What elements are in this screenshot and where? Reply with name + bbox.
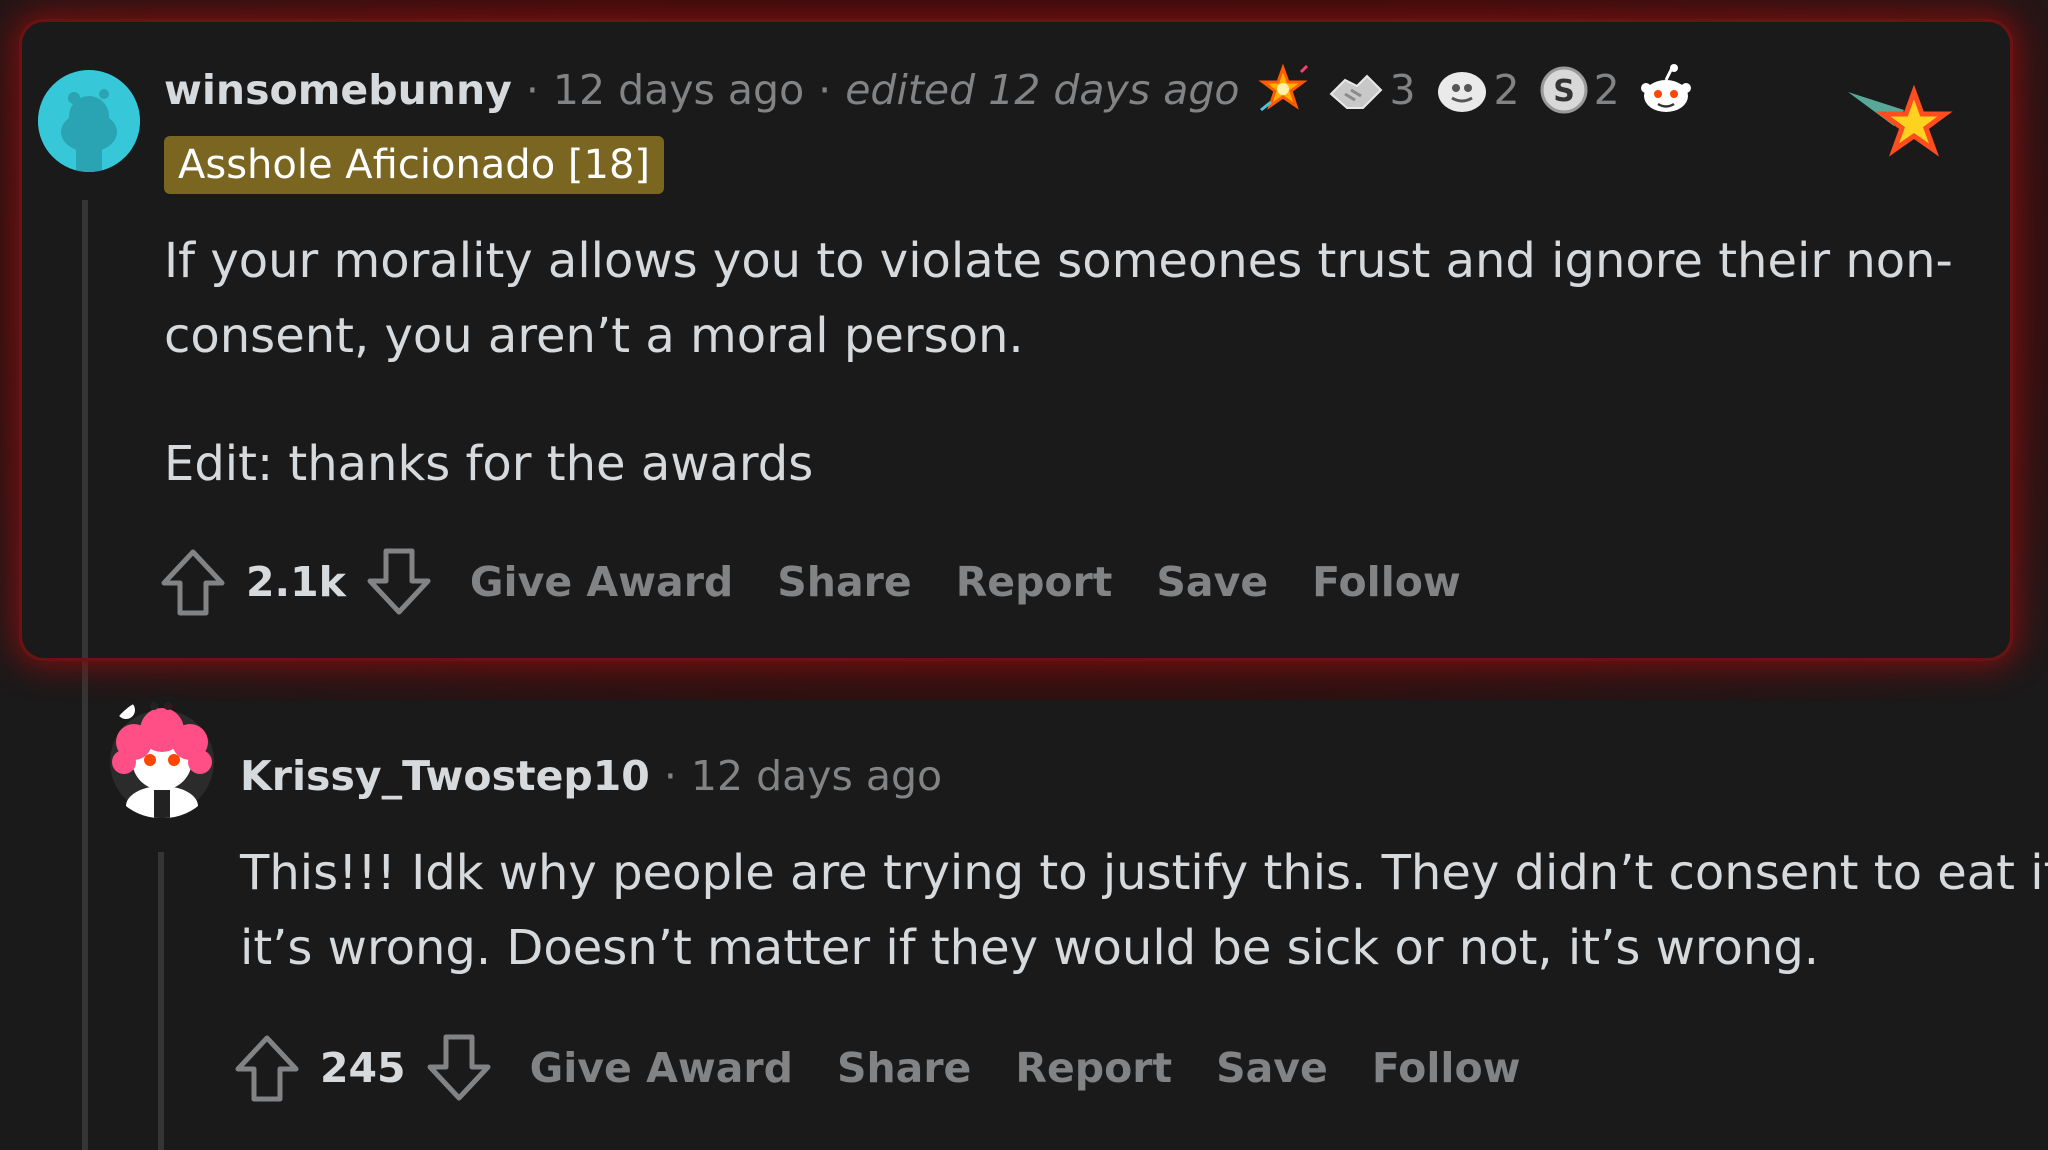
vote-score: 2.1k xyxy=(246,558,346,606)
reply-actions: 245 Give Award Share Report Save Follow xyxy=(234,1028,1521,1108)
avatar[interactable] xyxy=(104,696,220,818)
save-button[interactable]: Save xyxy=(1156,558,1268,606)
give-award-button[interactable]: Give Award xyxy=(530,1044,793,1092)
comment-body-line: Edit: thanks for the awards xyxy=(164,436,814,492)
report-button[interactable]: Report xyxy=(956,558,1113,606)
face-award-icon[interactable]: 2 xyxy=(1434,64,1520,116)
report-button[interactable]: Report xyxy=(1015,1044,1172,1092)
snoo-award-icon[interactable] xyxy=(1638,62,1694,118)
give-award-button[interactable]: Give Award xyxy=(470,558,733,606)
highlighted-comment: winsomebunny · 12 days ago · edited 12 d… xyxy=(22,22,2010,658)
reply-username[interactable]: Krissy_Twostep10 xyxy=(240,752,650,800)
follow-button[interactable]: Follow xyxy=(1372,1044,1521,1092)
burst-star-award-icon[interactable] xyxy=(1257,64,1309,116)
comment-time[interactable]: 12 days ago xyxy=(553,66,804,114)
downvote-icon[interactable] xyxy=(426,1033,492,1103)
save-button[interactable]: Save xyxy=(1216,1044,1328,1092)
handshake-award-icon[interactable]: 3 xyxy=(1327,64,1416,116)
vote-score: 245 xyxy=(320,1044,406,1092)
downvote-icon[interactable] xyxy=(366,547,432,617)
share-button[interactable]: Share xyxy=(777,558,911,606)
reply-time[interactable]: 12 days ago xyxy=(691,752,942,800)
reply-body-line: This!!! Idk why people are trying to jus… xyxy=(240,845,2048,901)
comment-body-line: If your morality allows you to violate s… xyxy=(164,233,1953,289)
upvote-icon[interactable] xyxy=(234,1033,300,1103)
comment-actions: 2.1k Give Award Share Report Save Follow xyxy=(160,542,1461,622)
separator-dot: · xyxy=(818,66,832,114)
share-button[interactable]: Share xyxy=(837,1044,971,1092)
silver-s-award-icon[interactable]: S 2 xyxy=(1538,64,1620,116)
reply-body-line: it’s wrong. Doesn’t matter if they would… xyxy=(240,920,1820,976)
edited-label: edited 12 days ago xyxy=(845,66,1240,114)
reply-thread-line[interactable] xyxy=(158,852,164,1150)
user-flair: Asshole Aficionado [18] xyxy=(164,136,664,194)
reply-meta: Krissy_Twostep10 · 12 days ago xyxy=(240,748,942,804)
follow-button[interactable]: Follow xyxy=(1312,558,1461,606)
shooting-star-icon xyxy=(1844,70,1954,170)
avatar[interactable] xyxy=(38,70,140,172)
comment-body-line: consent, you aren’t a moral person. xyxy=(164,308,1024,364)
separator-dot: · xyxy=(525,66,539,114)
svg-text:S: S xyxy=(1553,74,1575,109)
comment-username[interactable]: winsomebunny xyxy=(164,66,512,114)
comment-meta: winsomebunny · 12 days ago · edited 12 d… xyxy=(164,62,1694,118)
separator-dot: · xyxy=(663,752,677,800)
upvote-icon[interactable] xyxy=(160,547,226,617)
comment-thread-line[interactable] xyxy=(82,200,88,658)
